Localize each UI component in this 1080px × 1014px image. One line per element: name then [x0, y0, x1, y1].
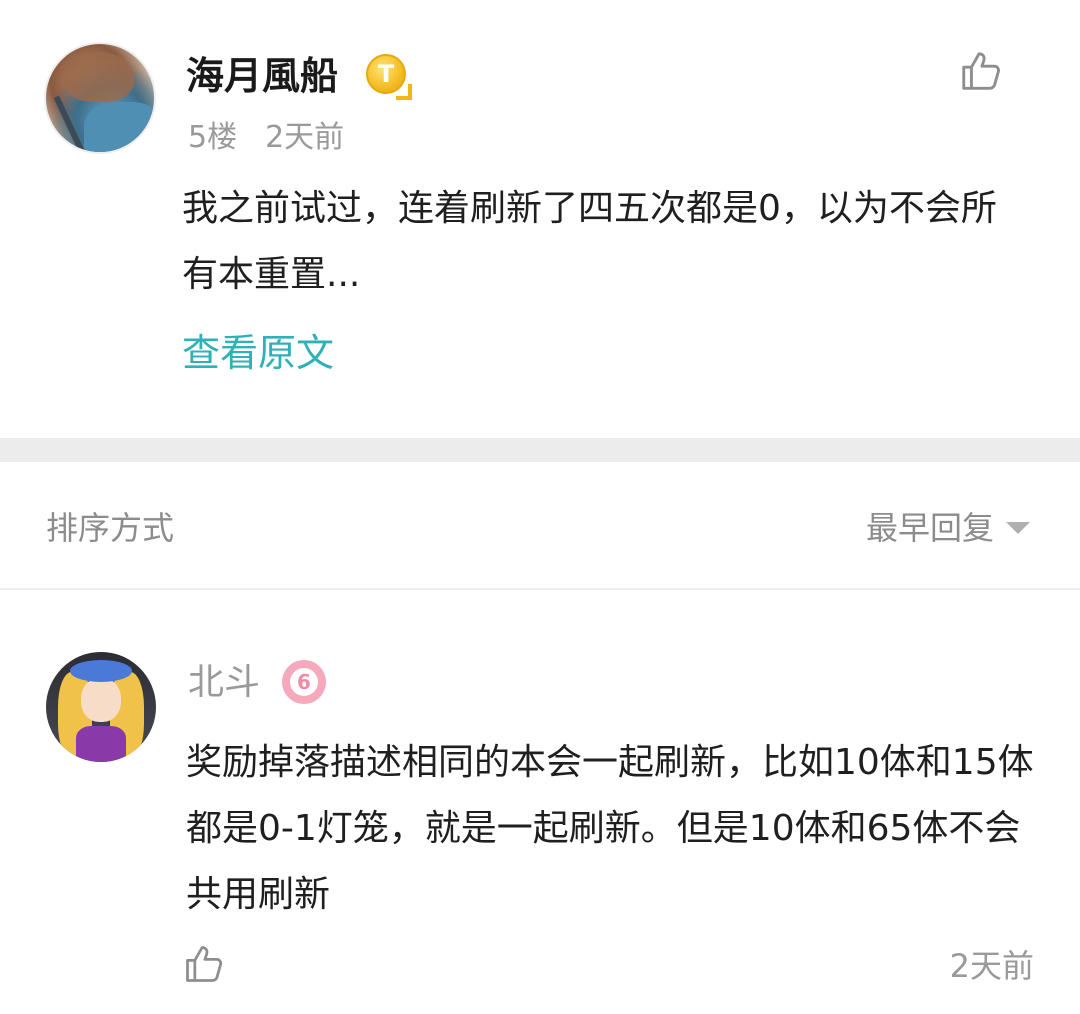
avatar[interactable] [46, 652, 156, 762]
sort-label: 排序方式 [46, 509, 175, 547]
gold-t-badge-icon: T [366, 54, 412, 100]
caret-down-icon [1006, 522, 1030, 534]
thumbs-up-icon[interactable] [958, 48, 1004, 94]
view-original-link[interactable]: 查看原文 [182, 326, 334, 380]
post-time: 2天前 [265, 120, 345, 155]
reply-username[interactable]: 北斗 [188, 658, 260, 708]
post-meta: 5楼 2天前 [188, 118, 344, 158]
sort-bar: 排序方式 最早回复 [0, 462, 1080, 588]
reply-item: 北斗 6 奖励掉落描述相同的本会一起刷新，比如10体和15体都是0-1灯笼，就是… [0, 590, 1080, 1014]
badge-letter: T [366, 54, 406, 94]
section-separator [0, 438, 1080, 462]
sort-selected-value: 最早回复 [865, 509, 994, 547]
floor-number: 5楼 [188, 120, 238, 155]
post-content: 我之前试过，连着刷新了四五次都是0，以为不会所有本重置... [182, 188, 997, 295]
comment-thread-page: 海月風船 T 5楼 2天前 我之前试过，连着刷新了四五次都是0，以为不会所有本重置… [0, 0, 1080, 1014]
sort-dropdown[interactable]: 最早回复 [866, 506, 1030, 550]
avatar[interactable] [44, 42, 156, 154]
reply-content: 奖励掉落描述相同的本会一起刷新，比如10体和15体都是0-1灯笼，就是一起刷新。… [186, 742, 1034, 915]
reply-time: 2天前 [949, 947, 1034, 985]
level-badge-icon: 6 [282, 660, 326, 704]
thumbs-up-icon[interactable] [182, 942, 226, 986]
post-username[interactable]: 海月風船 [186, 50, 338, 102]
level-glyph: 6 [290, 668, 318, 696]
main-post: 海月風船 T 5楼 2天前 我之前试过，连着刷新了四五次都是0，以为不会所有本重置… [0, 0, 1080, 438]
